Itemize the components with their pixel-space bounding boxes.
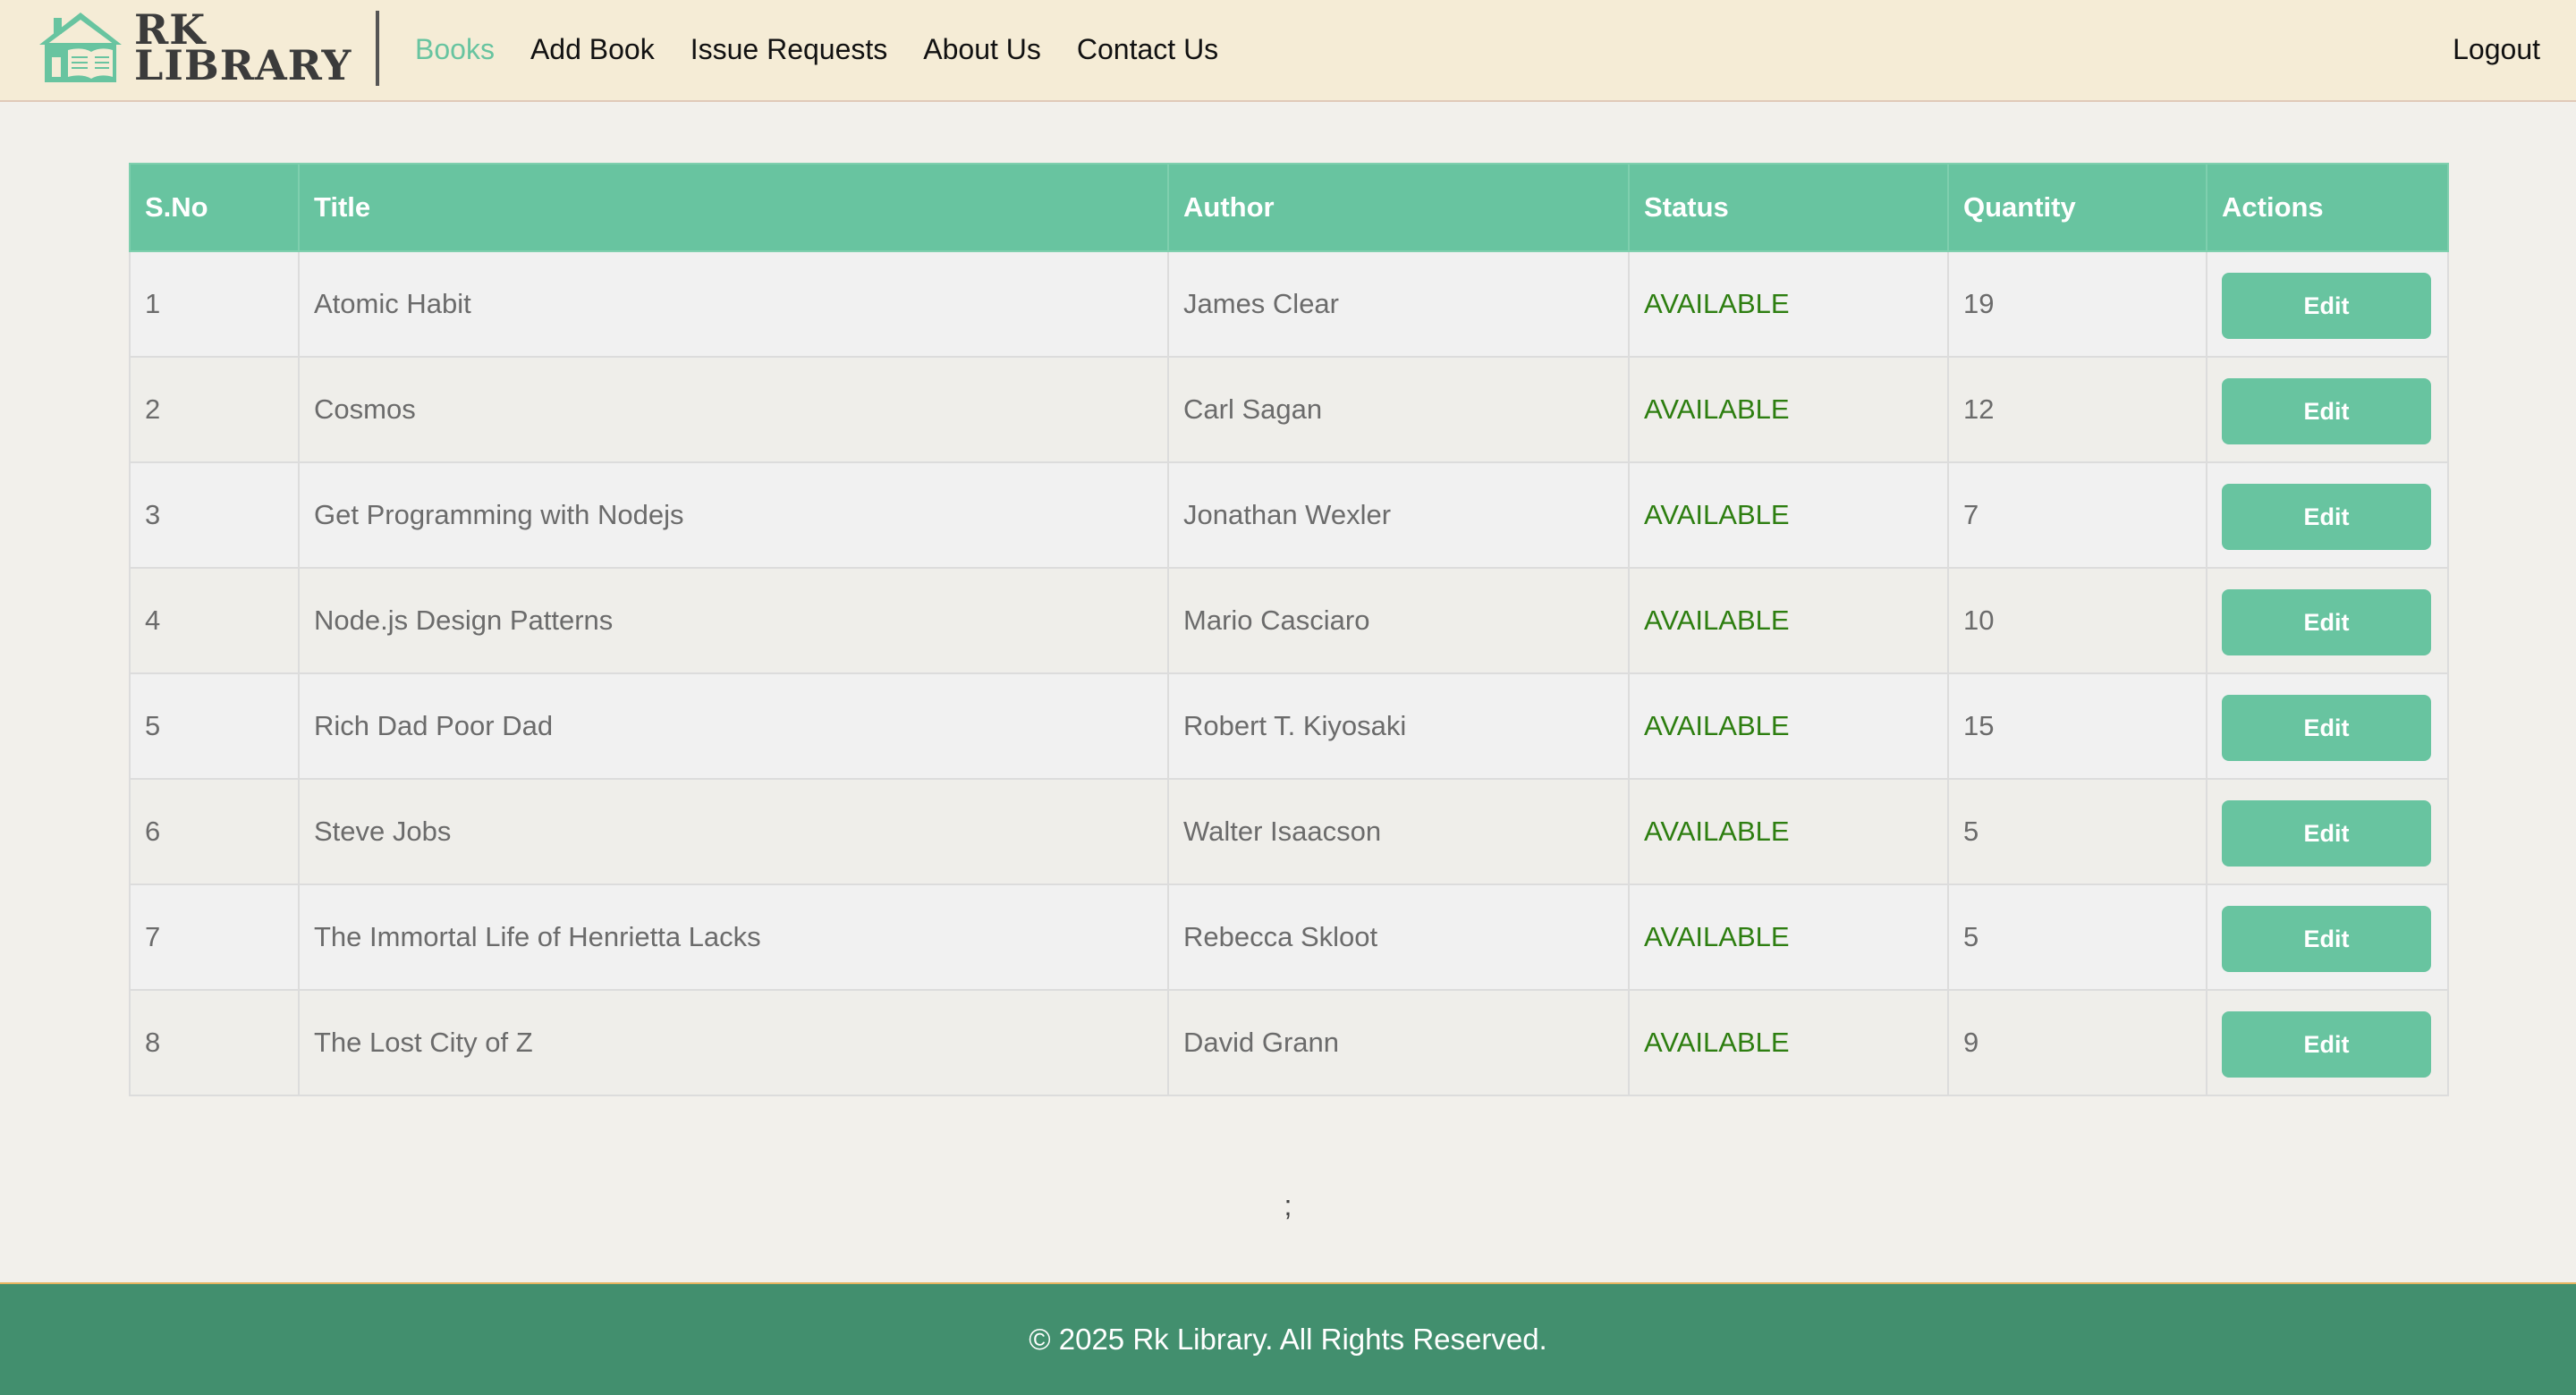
cell-title: Get Programming with Nodejs [298, 461, 1169, 569]
edit-button[interactable]: Edit [2222, 1011, 2431, 1078]
books-table-container: S.No Title Author Status Quantity Action… [129, 163, 2449, 1096]
cell-actions: Edit [2206, 884, 2449, 991]
edit-button[interactable]: Edit [2222, 589, 2431, 655]
cell-status: AVAILABLE [1628, 989, 1949, 1096]
cell-sno: 3 [129, 461, 300, 569]
cell-title: Rich Dad Poor Dad [298, 672, 1169, 780]
cell-status: AVAILABLE [1628, 884, 1949, 991]
nav-item-contact-us[interactable]: Contact Us [1077, 33, 1218, 66]
cell-author: Robert T. Kiyosaki [1167, 672, 1630, 780]
footer-copyright: © 2025 Rk Library. All Rights Reserved. [1029, 1323, 1547, 1356]
cell-status: AVAILABLE [1628, 567, 1949, 674]
cell-quantity: 5 [1947, 778, 2207, 885]
header-title: Title [298, 163, 1169, 252]
cell-author: Jonathan Wexler [1167, 461, 1630, 569]
header-author: Author [1167, 163, 1630, 252]
cell-author: James Clear [1167, 250, 1630, 358]
cell-quantity: 5 [1947, 884, 2207, 991]
logout-link[interactable]: Logout [2453, 0, 2540, 98]
cell-author: Carl Sagan [1167, 356, 1630, 463]
cell-sno: 4 [129, 567, 300, 674]
edit-button[interactable]: Edit [2222, 378, 2431, 444]
table-row: 7 The Immortal Life of Henrietta Lacks R… [129, 884, 2449, 991]
cell-actions: Edit [2206, 672, 2449, 780]
cell-title: The Immortal Life of Henrietta Lacks [298, 884, 1169, 991]
edit-button[interactable]: Edit [2222, 906, 2431, 972]
table-row: 8 The Lost City of Z David Grann AVAILAB… [129, 989, 2449, 1096]
cell-title: Cosmos [298, 356, 1169, 463]
cell-title: Node.js Design Patterns [298, 567, 1169, 674]
cell-author: Rebecca Skloot [1167, 884, 1630, 991]
nav-item-issue-requests[interactable]: Issue Requests [691, 33, 888, 66]
edit-button[interactable]: Edit [2222, 484, 2431, 550]
table-body: 1 Atomic Habit James Clear AVAILABLE 19 … [129, 250, 2449, 1096]
cell-quantity: 9 [1947, 989, 2207, 1096]
cell-actions: Edit [2206, 567, 2449, 674]
cell-quantity: 10 [1947, 567, 2207, 674]
table-header: S.No Title Author Status Quantity Action… [129, 163, 2449, 252]
cell-sno: 2 [129, 356, 300, 463]
cell-status: AVAILABLE [1628, 778, 1949, 885]
cell-quantity: 19 [1947, 250, 2207, 358]
cell-quantity: 7 [1947, 461, 2207, 569]
cell-actions: Edit [2206, 989, 2449, 1096]
cell-title: The Lost City of Z [298, 989, 1169, 1096]
brand-line-2: LIBRARY [134, 41, 352, 89]
table-row: 5 Rich Dad Poor Dad Robert T. Kiyosaki A… [129, 672, 2449, 780]
nav-links: Books Add Book Issue Requests About Us C… [415, 0, 1254, 98]
header-actions: Actions [2206, 163, 2449, 252]
cell-title: Atomic Habit [298, 250, 1169, 358]
table-row: 6 Steve Jobs Walter Isaacson AVAILABLE 5… [129, 778, 2449, 885]
cell-actions: Edit [2206, 778, 2449, 885]
table-row: 4 Node.js Design Patterns Mario Casciaro… [129, 567, 2449, 674]
stray-semicolon-text: ; [1284, 1189, 1292, 1222]
cell-actions: Edit [2206, 356, 2449, 463]
cell-sno: 8 [129, 989, 300, 1096]
cell-actions: Edit [2206, 461, 2449, 569]
header-sno: S.No [129, 163, 300, 252]
nav-item-add-book[interactable]: Add Book [530, 33, 655, 66]
cell-status: AVAILABLE [1628, 461, 1949, 569]
cell-title: Steve Jobs [298, 778, 1169, 885]
footer: © 2025 Rk Library. All Rights Reserved. [0, 1282, 2576, 1395]
logo-divider [376, 11, 379, 86]
cell-actions: Edit [2206, 250, 2449, 358]
cell-quantity: 15 [1947, 672, 2207, 780]
navbar: RK LIBRARY Books Add Book Issue Requests… [0, 0, 2576, 102]
cell-author: David Grann [1167, 989, 1630, 1096]
cell-sno: 6 [129, 778, 300, 885]
books-table: S.No Title Author Status Quantity Action… [129, 163, 2449, 1096]
table-row: 2 Cosmos Carl Sagan AVAILABLE 12 Edit [129, 356, 2449, 463]
header-quantity: Quantity [1947, 163, 2207, 252]
cell-sno: 5 [129, 672, 300, 780]
edit-button[interactable]: Edit [2222, 273, 2431, 339]
edit-button[interactable]: Edit [2222, 695, 2431, 761]
edit-button[interactable]: Edit [2222, 800, 2431, 867]
brand-logo[interactable]: RK LIBRARY [36, 9, 352, 86]
cell-sno: 7 [129, 884, 300, 991]
nav-item-about-us[interactable]: About Us [923, 33, 1041, 66]
cell-sno: 1 [129, 250, 300, 358]
brand-name: RK LIBRARY [134, 9, 352, 89]
cell-status: AVAILABLE [1628, 250, 1949, 358]
cell-status: AVAILABLE [1628, 672, 1949, 780]
table-row: 3 Get Programming with Nodejs Jonathan W… [129, 461, 2449, 569]
table-row: 1 Atomic Habit James Clear AVAILABLE 19 … [129, 250, 2449, 358]
cell-status: AVAILABLE [1628, 356, 1949, 463]
cell-quantity: 12 [1947, 356, 2207, 463]
header-status: Status [1628, 163, 1949, 252]
cell-author: Mario Casciaro [1167, 567, 1630, 674]
table-header-row: S.No Title Author Status Quantity Action… [129, 163, 2449, 252]
nav-item-books[interactable]: Books [415, 33, 495, 66]
cell-author: Walter Isaacson [1167, 778, 1630, 885]
library-house-icon [39, 13, 122, 82]
